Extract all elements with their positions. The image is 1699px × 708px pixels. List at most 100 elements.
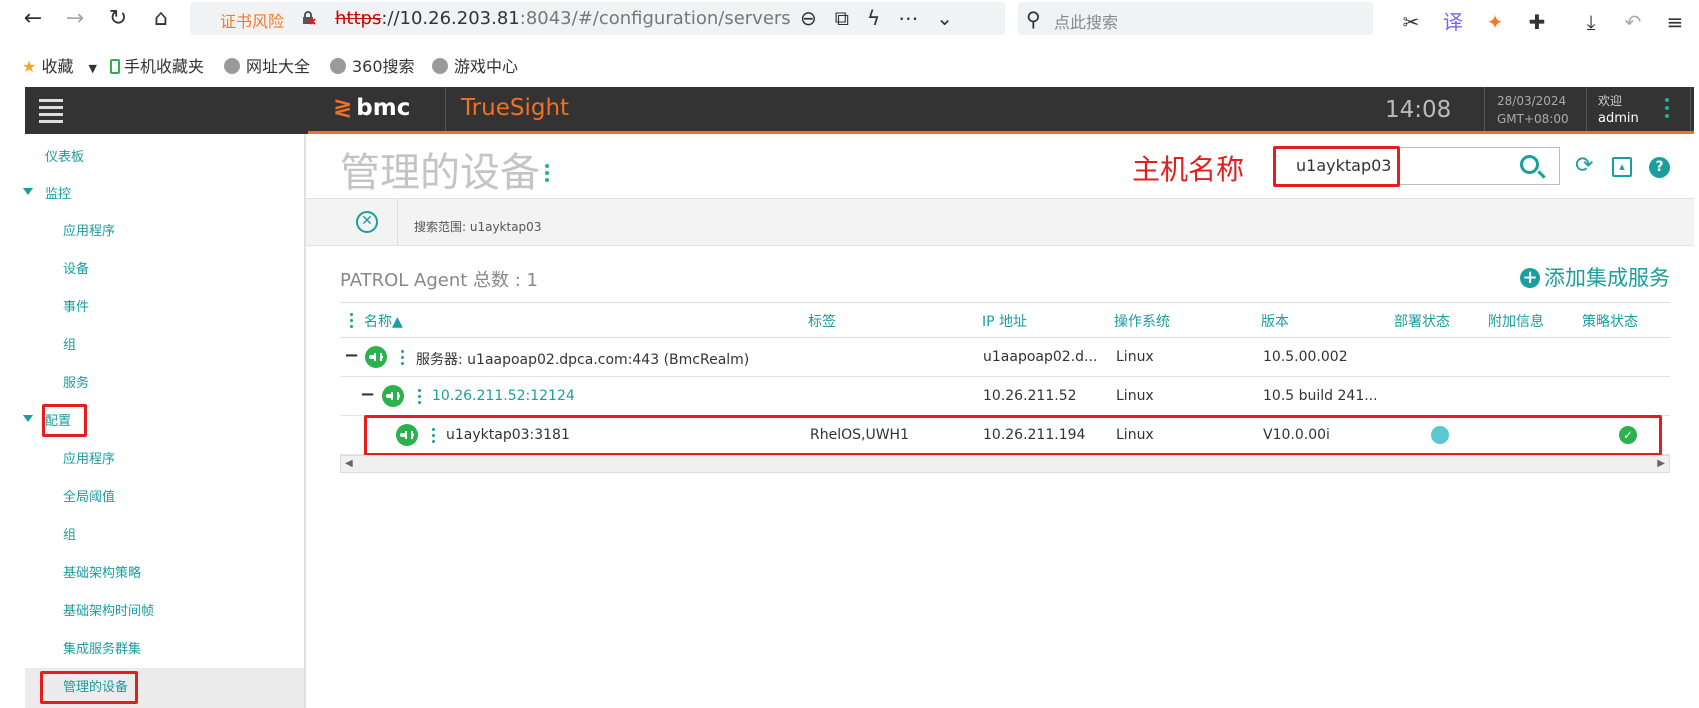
browser-right-tools: ✂ 译 ✦ ✚ ⤓ ↶ ≡ bbox=[1390, 6, 1696, 35]
phone-icon bbox=[110, 59, 120, 74]
col-name[interactable]: 名称▲ bbox=[364, 311, 403, 331]
sidebar-item-dashboard[interactable]: 仪表板 bbox=[45, 146, 84, 165]
chevron-down-icon[interactable]: ⌄ bbox=[936, 6, 971, 30]
plus-icon: + bbox=[1520, 268, 1540, 288]
col-version[interactable]: 版本 bbox=[1261, 311, 1289, 331]
hamburger-menu-icon[interactable] bbox=[39, 99, 63, 127]
collapse-icon[interactable]: ▴ bbox=[1612, 157, 1632, 177]
url-text[interactable]: https://10.26.203.81:8043/#/configuratio… bbox=[335, 8, 791, 29]
help-icon[interactable]: ? bbox=[1649, 157, 1670, 178]
scroll-right-icon[interactable]: ▶ bbox=[1657, 458, 1665, 469]
bookmark-games[interactable]: 游戏中心 bbox=[432, 53, 518, 77]
agent-count: PATROL Agent 总数 : 1 bbox=[340, 270, 538, 291]
annotation-box-config bbox=[42, 404, 87, 437]
bookmark-360[interactable]: 360搜索 bbox=[330, 53, 415, 77]
extensions-icon[interactable]: ✚ bbox=[1516, 10, 1558, 34]
user-info[interactable]: 欢迎 admin bbox=[1598, 92, 1639, 128]
cell-version: 10.5 build 241... bbox=[1263, 388, 1378, 404]
sidebar-item-monitor-events[interactable]: 事件 bbox=[63, 296, 89, 315]
col-ip[interactable]: IP 地址 bbox=[982, 311, 1027, 331]
filter-scope: 搜索范围: u1ayktap03 bbox=[414, 220, 542, 234]
cell-name-link[interactable]: 10.26.211.52:12124 bbox=[432, 388, 575, 404]
browser-search[interactable]: ⚲ 点此搜索 bbox=[1018, 2, 1373, 35]
globe-icon bbox=[224, 58, 240, 74]
col-deploy[interactable]: 部署状态 bbox=[1394, 311, 1450, 331]
sidebar-item-monitor-groups[interactable]: 组 bbox=[63, 334, 76, 353]
annotation-label: 主机名称 bbox=[1132, 153, 1245, 186]
refresh-icon[interactable]: ⟳ bbox=[1575, 155, 1593, 177]
download-icon[interactable]: ⤓ bbox=[1570, 10, 1612, 34]
table-row[interactable]: − 10.26.211.52:12124 10.26.211.52 Linux … bbox=[340, 377, 1670, 416]
table-row[interactable]: − 服务器: u1aapoap02.dpca.com:443 (BmcRealm… bbox=[340, 338, 1670, 377]
sidebar-item-config-groups[interactable]: 组 bbox=[63, 524, 76, 543]
col-tags[interactable]: 标签 bbox=[808, 311, 836, 331]
menu-icon[interactable]: ≡ bbox=[1654, 10, 1696, 34]
cell-os: Linux bbox=[1116, 388, 1154, 404]
forward-icon[interactable]: → bbox=[60, 4, 90, 34]
product-name: TrueSight bbox=[461, 95, 570, 121]
caret-down-icon bbox=[23, 415, 33, 422]
sidebar-item-monitor-devices[interactable]: 设备 bbox=[63, 258, 89, 277]
col-extra[interactable]: 附加信息 bbox=[1488, 311, 1544, 331]
header-menu-icon[interactable] bbox=[1665, 98, 1671, 122]
cell-ip: u1aapoap02.d... bbox=[983, 349, 1098, 365]
column-menu-icon[interactable] bbox=[350, 313, 354, 331]
sidebar-item-config-apps[interactable]: 应用程序 bbox=[63, 448, 115, 467]
address-tools: ⊖⧉ϟ⋯⌄ bbox=[800, 6, 971, 30]
bookmarks-bar: ★ 收藏 ▼ 手机收藏夹 网址大全 360搜索 游戏中心 bbox=[0, 44, 1699, 80]
annotation-box-managed-devices bbox=[40, 671, 138, 704]
zoom-icon[interactable]: ⊖ bbox=[800, 6, 835, 30]
annotation-box-row bbox=[364, 415, 1662, 456]
table-header: 名称▲ 标签 IP 地址 操作系统 版本 部署状态 附加信息 策略状态 bbox=[340, 302, 1670, 338]
search-button[interactable] bbox=[1504, 147, 1560, 185]
address-bar[interactable]: 证书风险 https://10.26.203.81:8043/#/configu… bbox=[190, 2, 1005, 35]
search-icon: ⚲ bbox=[1026, 7, 1041, 31]
bmc-logo: ≷ bmc bbox=[333, 95, 411, 121]
security-warning[interactable]: 证书风险 bbox=[220, 8, 284, 32]
clear-filter-icon[interactable]: ✕ bbox=[356, 211, 378, 233]
insecure-lock-icon bbox=[303, 11, 316, 25]
bmc-mark-icon: ≷ bbox=[333, 95, 353, 121]
scroll-left-icon[interactable]: ◀ bbox=[345, 458, 353, 469]
add-service-button[interactable]: + 添加集成服务 bbox=[1520, 262, 1670, 292]
home-icon[interactable]: ⌂ bbox=[146, 4, 176, 34]
row-menu-icon[interactable] bbox=[418, 389, 422, 407]
translate-app-icon[interactable]: 译 bbox=[1432, 6, 1474, 35]
row-menu-icon[interactable] bbox=[401, 350, 405, 368]
caret-down-icon bbox=[23, 188, 33, 195]
server-status-icon bbox=[365, 346, 387, 368]
bolt-icon[interactable]: ϟ bbox=[867, 6, 898, 30]
translate-icon[interactable]: ⧉ bbox=[835, 6, 867, 30]
sidebar-group-monitor[interactable]: 监控 bbox=[23, 183, 71, 202]
sidebar-item-config-infra-policy[interactable]: 基础架构策略 bbox=[63, 562, 141, 581]
bookmark-favorites[interactable]: ★ 收藏 ▼ bbox=[22, 53, 97, 77]
collapse-icon[interactable]: − bbox=[344, 345, 359, 366]
gamepad-icon[interactable]: ✦ bbox=[1474, 10, 1516, 34]
col-policy[interactable]: 策略状态 bbox=[1582, 311, 1638, 331]
star-icon: ★ bbox=[22, 57, 37, 76]
bookmark-mobile[interactable]: 手机收藏夹 bbox=[110, 53, 204, 77]
undo-icon[interactable]: ↶ bbox=[1612, 10, 1654, 34]
sidebar-item-monitor-services[interactable]: 服务 bbox=[63, 372, 89, 391]
dropdown-icon: ▼ bbox=[88, 62, 98, 75]
page-title: 管理的设备 bbox=[340, 150, 540, 196]
sidebar-item-config-thresholds[interactable]: 全局阈值 bbox=[63, 486, 115, 505]
cell-version: 10.5.00.002 bbox=[1263, 349, 1348, 365]
agent-status-icon bbox=[382, 385, 404, 407]
bookmark-sites[interactable]: 网址大全 bbox=[224, 53, 310, 77]
scissors-icon[interactable]: ✂ bbox=[1390, 10, 1432, 34]
reload-icon[interactable]: ↻ bbox=[103, 4, 133, 34]
more-icon[interactable]: ⋯ bbox=[898, 6, 936, 30]
sidebar-item-monitor-apps[interactable]: 应用程序 bbox=[63, 220, 115, 239]
col-os[interactable]: 操作系统 bbox=[1114, 311, 1170, 331]
collapse-icon[interactable]: − bbox=[360, 384, 375, 405]
sidebar-item-config-infra-timeframe[interactable]: 基础架构时间帧 bbox=[63, 600, 154, 619]
cell-name: 服务器: u1aapoap02.dpca.com:443 (BmcRealm) bbox=[416, 352, 750, 368]
globe-icon bbox=[330, 58, 346, 74]
title-menu-icon[interactable] bbox=[545, 164, 549, 185]
back-icon[interactable]: ← bbox=[18, 4, 48, 34]
sidebar-item-config-cluster[interactable]: 集成服务群集 bbox=[63, 638, 141, 657]
search-icon bbox=[1520, 155, 1539, 174]
horizontal-scrollbar[interactable]: ◀ ▶ bbox=[340, 455, 1670, 473]
annotation-box-host bbox=[1273, 146, 1400, 187]
